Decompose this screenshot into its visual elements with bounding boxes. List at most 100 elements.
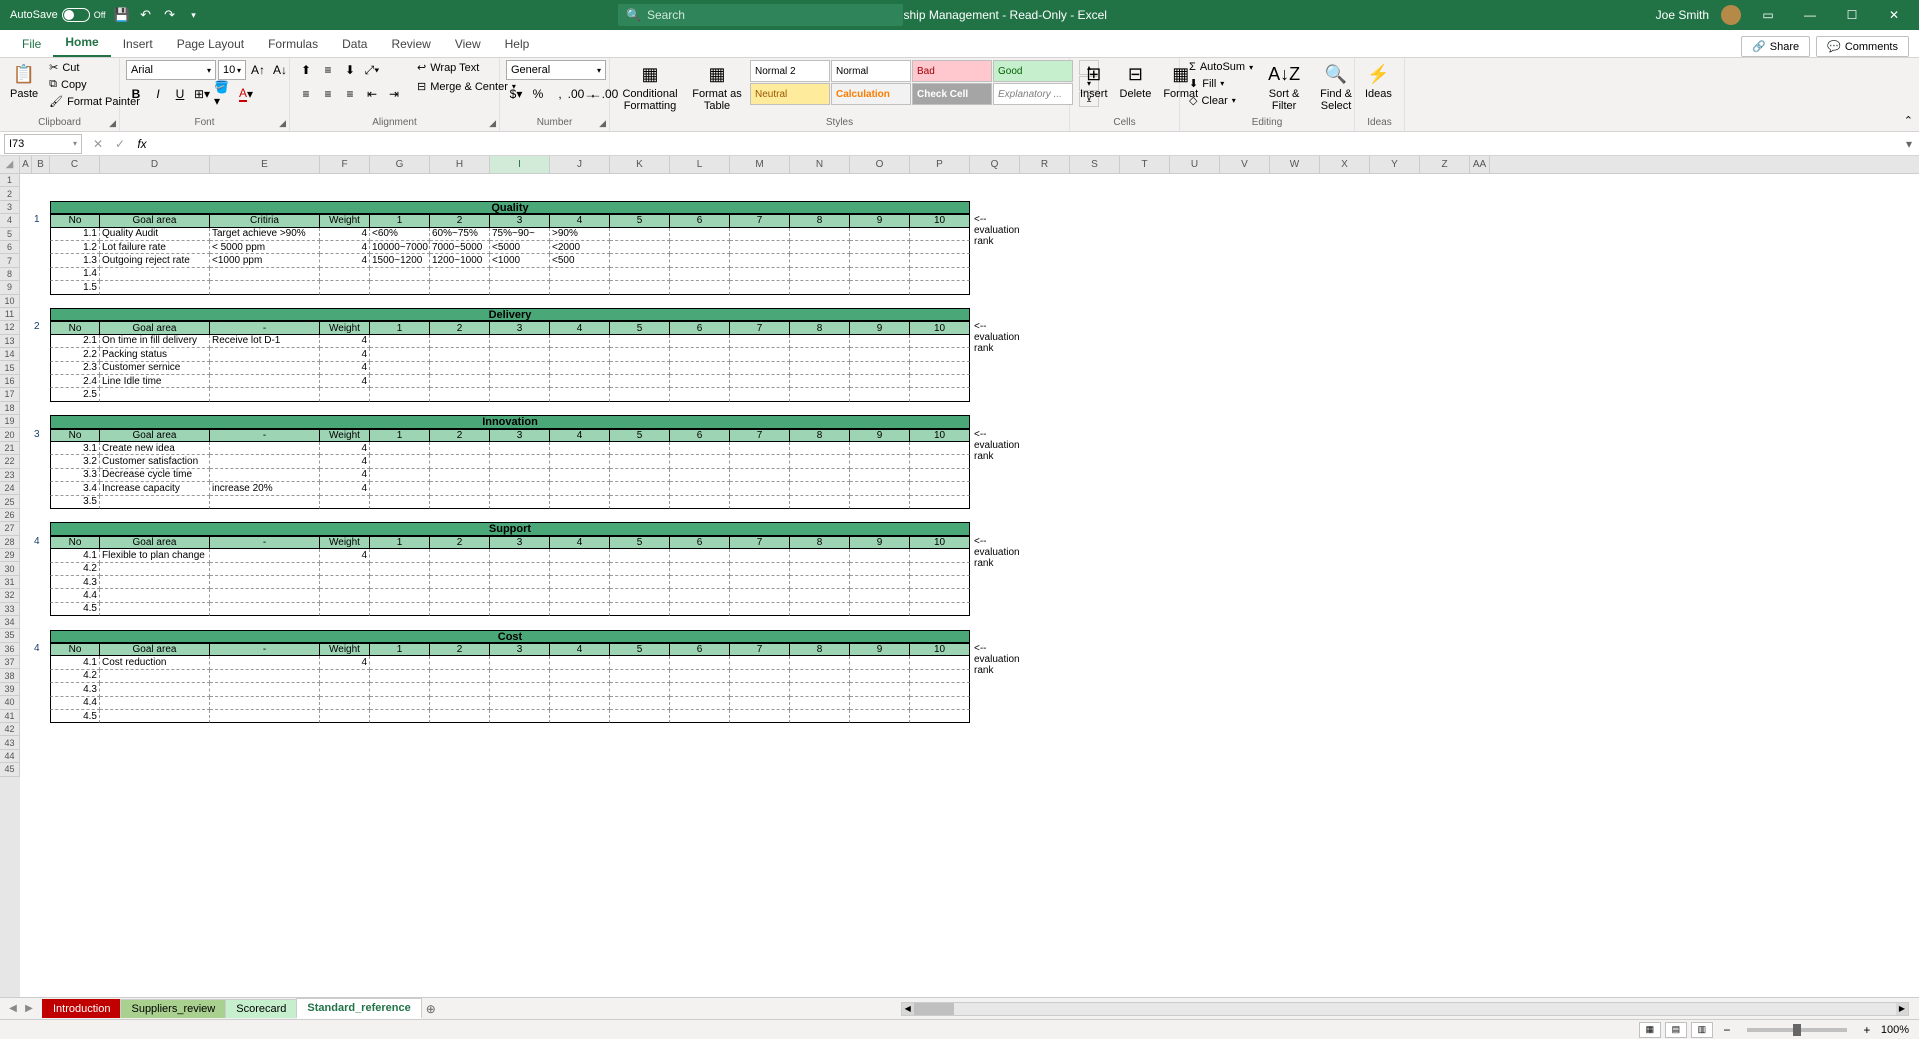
table-cell[interactable]: Lot failure rate xyxy=(100,241,210,254)
table-cell[interactable]: 4 xyxy=(320,469,370,482)
table-header-cell[interactable]: 5 xyxy=(610,321,670,334)
table-cell[interactable] xyxy=(910,603,970,616)
row-header[interactable]: 6 xyxy=(0,241,20,254)
table-cell[interactable] xyxy=(430,683,490,696)
table-header-cell[interactable]: 5 xyxy=(610,643,670,656)
expand-formula-bar-icon[interactable]: ▾ xyxy=(1899,137,1919,151)
table-header-cell[interactable]: 3 xyxy=(490,321,550,334)
bold-button[interactable]: B xyxy=(126,84,146,104)
hscroll-left-icon[interactable]: ◀ xyxy=(902,1003,914,1015)
table-cell[interactable]: <1000 xyxy=(490,254,550,267)
conditional-formatting-button[interactable]: ▦Conditional Formatting xyxy=(616,60,684,114)
column-header[interactable]: S xyxy=(1070,156,1120,173)
table-cell[interactable] xyxy=(210,442,320,455)
table-cell[interactable] xyxy=(730,348,790,361)
border-button[interactable]: ⊞▾ xyxy=(192,84,212,104)
table-cell[interactable] xyxy=(790,348,850,361)
table-cell[interactable] xyxy=(550,576,610,589)
table-cell[interactable] xyxy=(850,563,910,576)
table-cell[interactable] xyxy=(910,683,970,696)
alignment-dialog-launcher[interactable]: ◢ xyxy=(489,118,496,129)
table-cell[interactable] xyxy=(430,348,490,361)
decrease-indent-icon[interactable]: ⇤ xyxy=(362,84,382,104)
table-cell[interactable]: Decrease cycle time xyxy=(100,469,210,482)
table-cell[interactable] xyxy=(550,656,610,669)
table-cell[interactable]: 1200~1000 xyxy=(430,254,490,267)
tab-help[interactable]: Help xyxy=(493,31,542,57)
table-cell[interactable] xyxy=(610,482,670,495)
table-cell[interactable] xyxy=(320,683,370,696)
table-cell[interactable] xyxy=(850,455,910,468)
row-header[interactable]: 28 xyxy=(0,536,20,549)
table-cell[interactable] xyxy=(370,442,430,455)
table-cell[interactable] xyxy=(610,589,670,602)
row-header[interactable]: 35 xyxy=(0,629,20,642)
table-cell[interactable] xyxy=(790,496,850,509)
table-cell[interactable] xyxy=(730,482,790,495)
table-cell[interactable]: Packing status xyxy=(100,348,210,361)
table-cell[interactable] xyxy=(730,496,790,509)
table-cell[interactable] xyxy=(370,348,430,361)
table-cell[interactable] xyxy=(430,549,490,562)
table-cell[interactable] xyxy=(370,335,430,348)
table-cell[interactable]: 4.2 xyxy=(50,563,100,576)
table-cell[interactable]: 1.4 xyxy=(50,268,100,281)
row-header[interactable]: 27 xyxy=(0,522,20,535)
table-cell[interactable] xyxy=(730,697,790,710)
table-cell[interactable] xyxy=(210,697,320,710)
table-cell[interactable] xyxy=(730,670,790,683)
table-cell[interactable] xyxy=(850,656,910,669)
table-cell[interactable] xyxy=(910,469,970,482)
style-check-cell[interactable]: Check Cell xyxy=(912,83,992,105)
table-cell[interactable] xyxy=(910,335,970,348)
table-cell[interactable] xyxy=(910,670,970,683)
table-header-cell[interactable]: Goal area xyxy=(100,536,210,549)
ribbon-display-icon[interactable]: ▭ xyxy=(1753,0,1783,30)
table-cell[interactable] xyxy=(610,362,670,375)
number-format-select[interactable]: General▾ xyxy=(506,60,606,80)
font-name-select[interactable]: Arial▾ xyxy=(126,60,216,80)
table-header-cell[interactable]: 5 xyxy=(610,536,670,549)
table-header-cell[interactable]: 9 xyxy=(850,214,910,227)
style-normal[interactable]: Normal xyxy=(831,60,911,82)
row-header[interactable]: 1 xyxy=(0,174,20,187)
align-left-icon[interactable]: ≡ xyxy=(296,84,316,104)
table-cell[interactable] xyxy=(910,697,970,710)
table-cell[interactable] xyxy=(670,697,730,710)
table-cell[interactable] xyxy=(850,469,910,482)
table-cell[interactable] xyxy=(430,710,490,723)
table-cell[interactable]: 3.2 xyxy=(50,455,100,468)
normal-view-icon[interactable]: ▦ xyxy=(1639,1022,1661,1038)
column-header[interactable]: W xyxy=(1270,156,1320,173)
table-cell[interactable] xyxy=(550,670,610,683)
table-cell[interactable] xyxy=(370,482,430,495)
table-cell[interactable]: 4 xyxy=(320,656,370,669)
table-cell[interactable] xyxy=(550,496,610,509)
table-cell[interactable] xyxy=(210,563,320,576)
table-cell[interactable] xyxy=(550,281,610,294)
underline-button[interactable]: U xyxy=(170,84,190,104)
table-header-cell[interactable]: Weight xyxy=(320,214,370,227)
table-cell[interactable] xyxy=(850,268,910,281)
table-header-cell[interactable]: 2 xyxy=(430,429,490,442)
align-right-icon[interactable]: ≡ xyxy=(340,84,360,104)
table-cell[interactable] xyxy=(490,563,550,576)
table-cell[interactable] xyxy=(550,388,610,401)
table-cell[interactable] xyxy=(430,375,490,388)
table-cell[interactable]: 1.2 xyxy=(50,241,100,254)
table-cell[interactable] xyxy=(370,469,430,482)
table-cell[interactable] xyxy=(210,268,320,281)
table-cell[interactable]: Receive lot D-1 xyxy=(210,335,320,348)
table-cell[interactable]: < 5000 ppm xyxy=(210,241,320,254)
table-cell[interactable]: 3.1 xyxy=(50,442,100,455)
column-header[interactable]: C xyxy=(50,156,100,173)
table-cell[interactable] xyxy=(670,710,730,723)
table-cell[interactable] xyxy=(730,281,790,294)
table-cell[interactable] xyxy=(610,335,670,348)
table-cell[interactable]: 4.4 xyxy=(50,589,100,602)
table-cell[interactable] xyxy=(430,576,490,589)
table-header-cell[interactable]: 3 xyxy=(490,214,550,227)
table-header-cell[interactable]: 1 xyxy=(370,429,430,442)
ideas-button[interactable]: ⚡Ideas xyxy=(1361,60,1396,102)
table-cell[interactable] xyxy=(370,589,430,602)
